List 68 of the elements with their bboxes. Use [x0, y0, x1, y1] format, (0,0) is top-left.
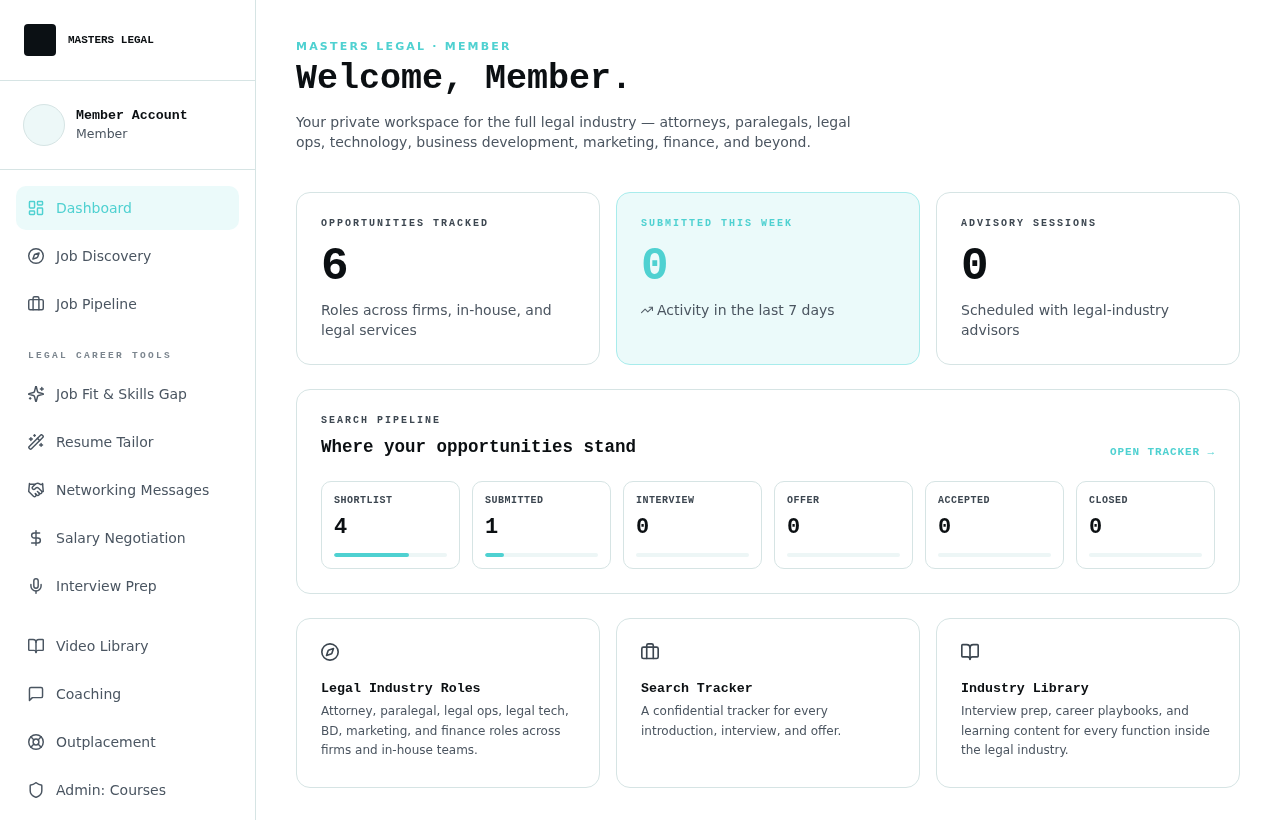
stat-label: ADVISORY SESSIONS [961, 217, 1099, 231]
feature-title: Search Tracker [641, 680, 754, 698]
dollar-sign-icon [28, 530, 44, 546]
feature-description: A confidential tracker for every introduction, interview, and offer. [641, 703, 843, 740]
nav-item[interactable]: Video Library [16, 624, 239, 668]
stage-label: OFFER [787, 494, 821, 508]
stat-label: OPPORTUNITIES TRACKED [321, 217, 491, 231]
shield-icon [28, 782, 44, 798]
handshake-icon [28, 482, 44, 498]
stat-description: Roles across firms, in-house, and legal services [321, 301, 553, 340]
stage-label: INTERVIEW [636, 494, 696, 508]
feature-description: Attorney, paralegal, legal ops, legal tech, BD, marketing, and finance roles across firms and in-house teams. [321, 703, 570, 759]
stat-label: SUBMITTED THIS WEEK [641, 217, 795, 231]
stage-count: 0 [787, 515, 802, 541]
section-eyebrow: SEARCH PIPELINE [321, 414, 442, 428]
dashboard-grid-icon [28, 200, 44, 216]
lifebuoy-icon [28, 734, 44, 750]
card-title: Where your opportunities stand [321, 436, 637, 459]
account-name: Member Account [76, 108, 188, 124]
stage-count: 0 [1089, 515, 1104, 541]
trend-arrow-icon [641, 304, 653, 316]
microphone-icon [28, 578, 44, 594]
nav-item[interactable]: Interview Prep [16, 564, 239, 608]
nav-item[interactable]: Job Discovery [16, 234, 239, 278]
stat-value: 0 [641, 242, 670, 292]
brand-name: MASTERS LEGAL [68, 33, 154, 47]
feature-description: Interview prep, career playbooks, and learning content for every function inside the legal industry. [961, 703, 1211, 759]
open-book-icon [28, 638, 44, 654]
stage-label: SHORTLIST [334, 494, 394, 508]
eyebrow-text: MASTERS LEGAL · MEMBER [296, 40, 513, 54]
nav-item[interactable]: Salary Negotiation [16, 516, 239, 560]
chat-bubble-icon [28, 686, 44, 702]
account-role: Member [76, 126, 129, 142]
stage-count: 0 [938, 515, 953, 541]
avatar-icon [23, 104, 65, 146]
feature-title: Industry Library [961, 680, 1090, 698]
section-label: LEGAL CAREER TOOLS [27, 349, 174, 363]
nav-item[interactable]: Resume Tailor [16, 420, 239, 464]
feature-card[interactable]: Industry Library Interview prep, career playbooks, and learning content for every function inside the legal industry. [936, 618, 1240, 788]
stat-value: 6 [321, 242, 350, 292]
compass-icon [321, 643, 339, 661]
stat-description: Activity in the last 7 days [657, 301, 835, 320]
page-title: Welcome, Member. [296, 58, 634, 100]
stage-label: SUBMITTED [485, 494, 545, 508]
stat-value: 0 [961, 242, 990, 292]
feature-title: Legal Industry Roles [321, 680, 482, 698]
nav-item[interactable]: Outplacement [16, 720, 239, 764]
nav-item[interactable]: Coaching [16, 672, 239, 716]
stat-description: Scheduled with legal-industry advisors [961, 301, 1171, 340]
sparkle-icon [28, 386, 44, 402]
stage-label: CLOSED [1089, 494, 1129, 508]
compass-icon [28, 248, 44, 264]
logo-icon [24, 24, 56, 56]
briefcase-icon [28, 296, 44, 312]
open-book-icon [961, 643, 979, 661]
stage-count: 1 [485, 515, 500, 541]
magic-wand-icon [28, 434, 44, 450]
stage-count: 0 [636, 515, 651, 541]
nav-item[interactable]: Job Fit & Skills Gap [16, 372, 239, 416]
nav-item[interactable]: Job Pipeline [16, 282, 239, 326]
stage-count: 4 [334, 515, 349, 541]
briefcase-icon [641, 643, 659, 661]
feature-card[interactable]: Search Tracker A confidential tracker for every introduction, interview, and offer. [616, 618, 920, 788]
nav-item[interactable]: Networking Messages [16, 468, 239, 512]
feature-card[interactable]: Legal Industry Roles Attorney, paralegal, legal ops, legal tech, BD, marketing, and finance roles across firms and in-house teams. [296, 618, 600, 788]
intro-text: Your private workspace for the full legal industry — attorneys, paralegals, legal ops, technology, business development, marketing, finance, and beyond. [296, 113, 852, 152]
nav-item[interactable]: Admin: Courses [16, 768, 239, 812]
stage-label: ACCEPTED [938, 494, 991, 508]
